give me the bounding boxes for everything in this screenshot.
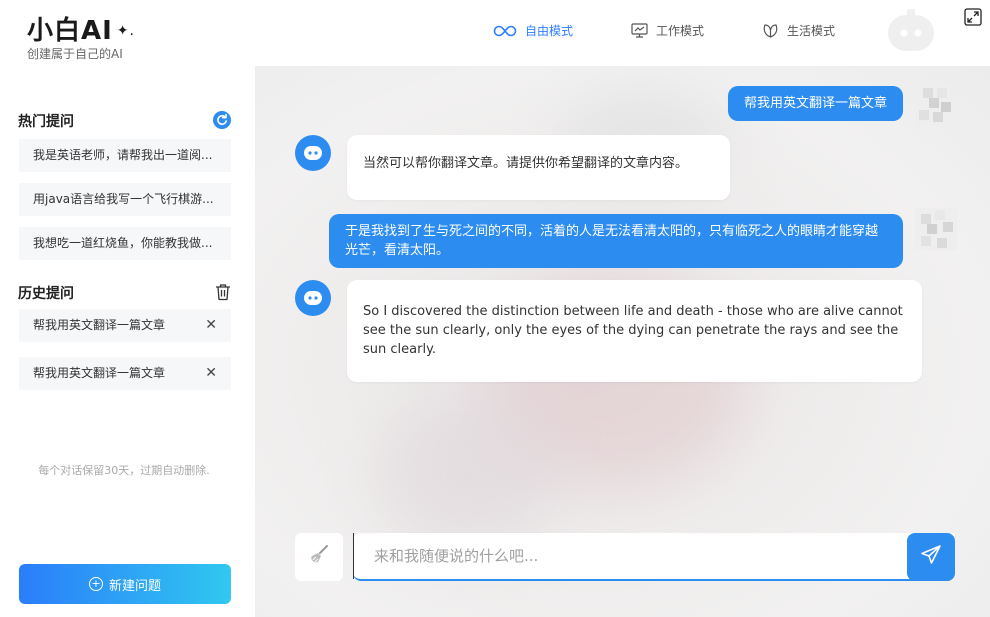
plus-circle-icon: +: [88, 577, 103, 591]
refresh-icon[interactable]: [213, 111, 231, 129]
history-item-label: 帮我用英文翻译一篇文章: [33, 366, 166, 380]
new-question-button[interactable]: + 新建问题: [19, 564, 231, 604]
user-message: 帮我用英文翻译一篇文章: [727, 86, 903, 121]
sidebar: 热门提问 我是英语老师，请帮我出一道阅... 用java语言给我写一个飞行棋游.…: [0, 66, 255, 617]
hot-question-item[interactable]: 我是英语老师，请帮我出一道阅...: [19, 139, 231, 172]
ai-message: 当然可以帮你翻译文章。请提供你希望翻译的文章内容。: [347, 135, 730, 200]
leaf-icon: [762, 23, 779, 38]
tab-label: 自由模式: [525, 24, 574, 38]
ai-message: So I discovered the distinction between …: [347, 280, 922, 382]
ai-avatar: [295, 280, 331, 316]
close-icon[interactable]: ✕: [205, 309, 217, 342]
user-avatar: [915, 208, 957, 250]
infinity-icon: [493, 25, 517, 37]
history-item-label: 帮我用英文翻译一篇文章: [33, 318, 166, 332]
hot-question-item[interactable]: 用java语言给我写一个飞行棋游...: [19, 183, 231, 216]
send-icon: [920, 544, 942, 570]
logo-text: 小白AI: [27, 16, 113, 46]
header: 小白AI ✦. 创建属于自己的AI 自由模式 工作模式 生活模式: [0, 0, 990, 66]
app-subtitle: 创建属于自己的AI: [27, 47, 123, 61]
hot-question-item[interactable]: 我想吃一道红烧鱼，你能教我做...: [19, 227, 231, 260]
tab-free-mode[interactable]: 自由模式: [493, 22, 573, 39]
user-message: 于是我找到了生与死之间的不同，活着的人是无法看清太阳的，只有临死之人的眼睛才能穿…: [329, 214, 903, 268]
tab-label: 工作模式: [656, 24, 705, 38]
background-blur: [375, 396, 555, 556]
monitor-chart-icon: [631, 23, 648, 38]
chat-panel: 帮我用英文翻译一篇文章 当然可以帮你翻译文章。请提供你希望翻译的文章内容。 于是…: [255, 66, 990, 617]
tab-label: 生活模式: [787, 24, 836, 38]
new-question-label: 新建问题: [108, 578, 161, 594]
history-item[interactable]: 帮我用英文翻译一篇文章 ✕: [19, 309, 231, 342]
send-button[interactable]: [907, 533, 955, 581]
ai-avatar: [295, 135, 331, 171]
user-avatar: [915, 84, 957, 126]
robot-watermark-icon: [885, 9, 937, 55]
close-icon[interactable]: ✕: [205, 357, 217, 390]
retention-note: 每个对话保留30天，过期自动删除.: [38, 464, 210, 477]
clear-chat-button[interactable]: [295, 533, 343, 581]
tab-life-mode[interactable]: 生活模式: [762, 22, 835, 39]
hot-questions-title: 热门提问: [18, 114, 74, 130]
fullscreen-icon[interactable]: [964, 8, 982, 26]
message-input-wrapper: [353, 533, 955, 581]
history-title: 历史提问: [18, 286, 74, 302]
trash-icon[interactable]: [215, 283, 231, 301]
app-logo: 小白AI ✦.: [27, 10, 135, 47]
message-input[interactable]: [353, 533, 955, 579]
history-item[interactable]: 帮我用英文翻译一篇文章 ✕: [19, 357, 231, 390]
tab-work-mode[interactable]: 工作模式: [631, 22, 704, 39]
broom-icon: [308, 544, 330, 570]
sparkle-icon: ✦.: [116, 23, 135, 39]
mode-tabs: 自由模式 工作模式 生活模式: [493, 22, 835, 39]
